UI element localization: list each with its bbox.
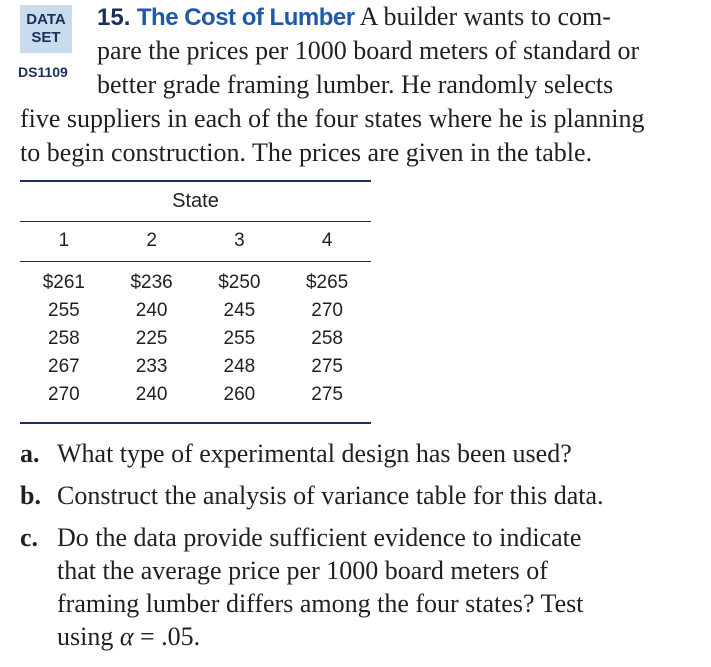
question-text: Do the data provide sufficient evidence …	[57, 523, 582, 552]
problem-line-2: pare the prices per 1000 board meters of…	[97, 36, 640, 65]
problem-statement: 15. The Cost of Lumber A builder wants t…	[20, 0, 700, 170]
question-label: a.	[20, 439, 40, 468]
problem-title: The Cost of Lumber	[136, 4, 355, 31]
table-row: 267 233 248 275	[20, 356, 371, 384]
table-cell: 258	[311, 328, 343, 349]
column-header: 4	[321, 230, 333, 251]
table-row: $261 $236 $250 $265	[20, 272, 371, 300]
column-header: 3	[234, 230, 245, 251]
table-cell: 225	[135, 328, 168, 349]
question-text: framing lumber differs among the four st…	[57, 589, 584, 618]
table-header-rule	[20, 261, 371, 262]
table-cell: 245	[223, 300, 256, 321]
column-header: 2	[146, 230, 157, 251]
table-cell: 248	[223, 356, 256, 377]
table-group-rule	[20, 221, 371, 222]
table-cell: 270	[311, 300, 343, 321]
question-list: a. What type of experimental design has …	[20, 437, 700, 662]
table-cell: 275	[311, 384, 343, 405]
table-row: 270 240 260 275	[20, 384, 371, 412]
question-label: b.	[20, 481, 41, 510]
question-c: c. Do the data provide sufficient eviden…	[20, 521, 700, 653]
table-cell: 275	[311, 356, 343, 377]
table-cell: 240	[135, 300, 168, 321]
question-a: a. What type of experimental design has …	[20, 437, 700, 470]
question-b: b. Construct the analysis of variance ta…	[20, 479, 700, 512]
table-cell: $265	[305, 272, 349, 293]
table-cell: 267	[48, 356, 80, 377]
question-text-suffix: = .05.	[133, 622, 201, 651]
table-cell: 255	[223, 328, 256, 349]
column-header: 1	[58, 230, 70, 251]
table-group-label: State	[172, 190, 219, 212]
table-cell: 270	[48, 384, 80, 405]
alpha-symbol: α	[119, 622, 134, 651]
table-cell: $261	[42, 272, 86, 293]
question-label: c.	[20, 523, 39, 552]
problem-line-5: to begin construction. The prices are gi…	[20, 138, 593, 167]
table-cell: $236	[130, 272, 173, 293]
table-cell: $250	[218, 272, 261, 293]
problem-line-1: 15. The Cost of Lumber A builder wants t…	[20, 0, 700, 34]
question-text: What type of experimental design has bee…	[57, 439, 572, 468]
question-text: that the average price per 1000 board me…	[57, 556, 548, 585]
problem-line-4: five suppliers in each of the four state…	[20, 104, 645, 133]
table-cell: 233	[135, 356, 168, 377]
problem-number: 15.	[97, 4, 131, 31]
table-cell: 260	[223, 384, 256, 405]
table-cell: 258	[48, 328, 80, 349]
table-top-rule	[20, 180, 371, 182]
problem-text-1: A builder wants to com-	[359, 2, 611, 31]
question-text: Construct the analysis of variance table…	[57, 481, 604, 510]
table-header-row: 1 2 3 4	[20, 230, 371, 252]
table-bottom-rule	[20, 422, 371, 424]
table-row: 255 240 245 270	[20, 300, 371, 328]
table-cell: 240	[135, 384, 168, 405]
question-text-last: using α = .05.	[57, 620, 700, 653]
question-text-prefix: using	[57, 622, 120, 651]
table-row: 258 225 255 258	[20, 328, 371, 356]
problem-line-3: better grade framing lumber. He randomly…	[97, 70, 614, 99]
table-cell: 255	[48, 300, 80, 321]
